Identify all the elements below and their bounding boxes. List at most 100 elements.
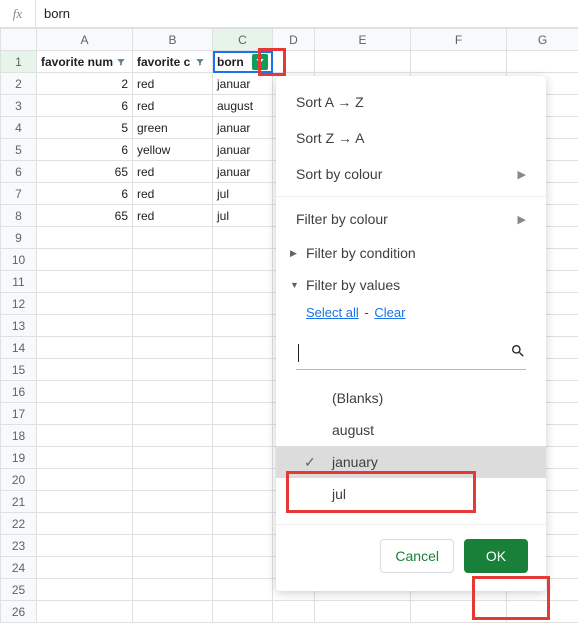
cell[interactable]: red bbox=[133, 183, 213, 205]
row-header[interactable]: 13 bbox=[1, 315, 37, 337]
clear-link[interactable]: Clear bbox=[374, 305, 405, 320]
col-header-D[interactable]: D bbox=[273, 29, 315, 51]
row-header[interactable]: 3 bbox=[1, 95, 37, 117]
cell[interactable] bbox=[133, 469, 213, 491]
row-header[interactable]: 11 bbox=[1, 271, 37, 293]
cell[interactable] bbox=[37, 271, 133, 293]
cell[interactable]: januar bbox=[213, 117, 273, 139]
col-header-G[interactable]: G bbox=[507, 29, 578, 51]
cell[interactable] bbox=[133, 359, 213, 381]
cell[interactable] bbox=[133, 293, 213, 315]
cell[interactable] bbox=[213, 227, 273, 249]
cell[interactable]: jul bbox=[213, 205, 273, 227]
cell[interactable] bbox=[213, 601, 273, 623]
col-header-E[interactable]: E bbox=[315, 29, 411, 51]
cell[interactable] bbox=[37, 557, 133, 579]
filter-icon[interactable] bbox=[192, 54, 208, 70]
row-header[interactable]: 8 bbox=[1, 205, 37, 227]
filter-icon[interactable] bbox=[113, 54, 128, 70]
cell[interactable]: august bbox=[213, 95, 273, 117]
cell[interactable] bbox=[213, 491, 273, 513]
sort-za[interactable]: Sort Z → A bbox=[276, 120, 546, 156]
cell[interactable] bbox=[507, 51, 578, 73]
sort-by-colour[interactable]: Sort by colour ▶ bbox=[276, 156, 546, 192]
row-header[interactable]: 23 bbox=[1, 535, 37, 557]
cell[interactable]: 6 bbox=[37, 139, 133, 161]
cell[interactable] bbox=[213, 469, 273, 491]
cell[interactable]: 65 bbox=[37, 205, 133, 227]
cell[interactable] bbox=[133, 337, 213, 359]
cell[interactable] bbox=[133, 271, 213, 293]
cell[interactable] bbox=[133, 601, 213, 623]
cell[interactable] bbox=[213, 513, 273, 535]
cancel-button[interactable]: Cancel bbox=[380, 539, 454, 573]
cell[interactable] bbox=[37, 601, 133, 623]
row-header[interactable]: 17 bbox=[1, 403, 37, 425]
cell[interactable] bbox=[133, 403, 213, 425]
cell[interactable] bbox=[133, 535, 213, 557]
row-header[interactable]: 14 bbox=[1, 337, 37, 359]
cell[interactable] bbox=[37, 469, 133, 491]
filter-by-values[interactable]: ▼ Filter by values bbox=[276, 269, 546, 301]
col-header-B[interactable]: B bbox=[133, 29, 213, 51]
row-header[interactable]: 10 bbox=[1, 249, 37, 271]
cell[interactable] bbox=[213, 447, 273, 469]
row-header[interactable]: 22 bbox=[1, 513, 37, 535]
row-header[interactable]: 25 bbox=[1, 579, 37, 601]
cell[interactable] bbox=[213, 359, 273, 381]
cell[interactable] bbox=[133, 249, 213, 271]
cell[interactable]: 2 bbox=[37, 73, 133, 95]
cell[interactable] bbox=[133, 227, 213, 249]
cell[interactable] bbox=[213, 403, 273, 425]
cell[interactable] bbox=[133, 381, 213, 403]
cell[interactable] bbox=[273, 601, 315, 623]
cell[interactable] bbox=[133, 491, 213, 513]
select-all-link[interactable]: Select all bbox=[306, 305, 359, 320]
cell[interactable] bbox=[315, 51, 411, 73]
cell[interactable]: red bbox=[133, 95, 213, 117]
row-header[interactable]: 26 bbox=[1, 601, 37, 623]
col-header-F[interactable]: F bbox=[411, 29, 507, 51]
col-header-A[interactable]: A bbox=[37, 29, 133, 51]
row-header[interactable]: 5 bbox=[1, 139, 37, 161]
row-header[interactable]: 20 bbox=[1, 469, 37, 491]
col-header-C[interactable]: C bbox=[213, 29, 273, 51]
filter-by-colour[interactable]: Filter by colour ▶ bbox=[276, 201, 546, 237]
select-all-corner[interactable] bbox=[1, 29, 37, 51]
ok-button[interactable]: OK bbox=[464, 539, 528, 573]
sort-az[interactable]: Sort A → Z bbox=[276, 84, 546, 120]
cell[interactable] bbox=[133, 315, 213, 337]
cell[interactable] bbox=[213, 579, 273, 601]
cell[interactable]: green bbox=[133, 117, 213, 139]
row-header[interactable]: 1 bbox=[1, 51, 37, 73]
row-header[interactable]: 18 bbox=[1, 425, 37, 447]
cell[interactable] bbox=[213, 557, 273, 579]
filter-value-item[interactable]: ✓jul bbox=[276, 478, 546, 510]
cell[interactable] bbox=[213, 293, 273, 315]
cell[interactable] bbox=[37, 425, 133, 447]
cell[interactable] bbox=[213, 315, 273, 337]
cell[interactable] bbox=[213, 249, 273, 271]
cell[interactable]: 6 bbox=[37, 95, 133, 117]
cell[interactable]: januar bbox=[213, 139, 273, 161]
row-header[interactable]: 19 bbox=[1, 447, 37, 469]
cell[interactable]: red bbox=[133, 205, 213, 227]
cell[interactable]: januar bbox=[213, 161, 273, 183]
cell[interactable] bbox=[37, 513, 133, 535]
filter-value-item[interactable]: ✓(Blanks) bbox=[276, 382, 546, 414]
cell[interactable] bbox=[315, 601, 411, 623]
cell[interactable] bbox=[133, 425, 213, 447]
cell[interactable] bbox=[37, 535, 133, 557]
cell[interactable] bbox=[133, 579, 213, 601]
data-header-cell[interactable]: born bbox=[213, 51, 273, 73]
cell[interactable] bbox=[37, 293, 133, 315]
cell[interactable]: 65 bbox=[37, 161, 133, 183]
cell[interactable] bbox=[213, 381, 273, 403]
cell[interactable] bbox=[37, 337, 133, 359]
cell[interactable] bbox=[133, 557, 213, 579]
row-header[interactable]: 21 bbox=[1, 491, 37, 513]
cell[interactable] bbox=[37, 491, 133, 513]
cell[interactable]: 5 bbox=[37, 117, 133, 139]
cell[interactable] bbox=[411, 51, 507, 73]
row-header[interactable]: 7 bbox=[1, 183, 37, 205]
